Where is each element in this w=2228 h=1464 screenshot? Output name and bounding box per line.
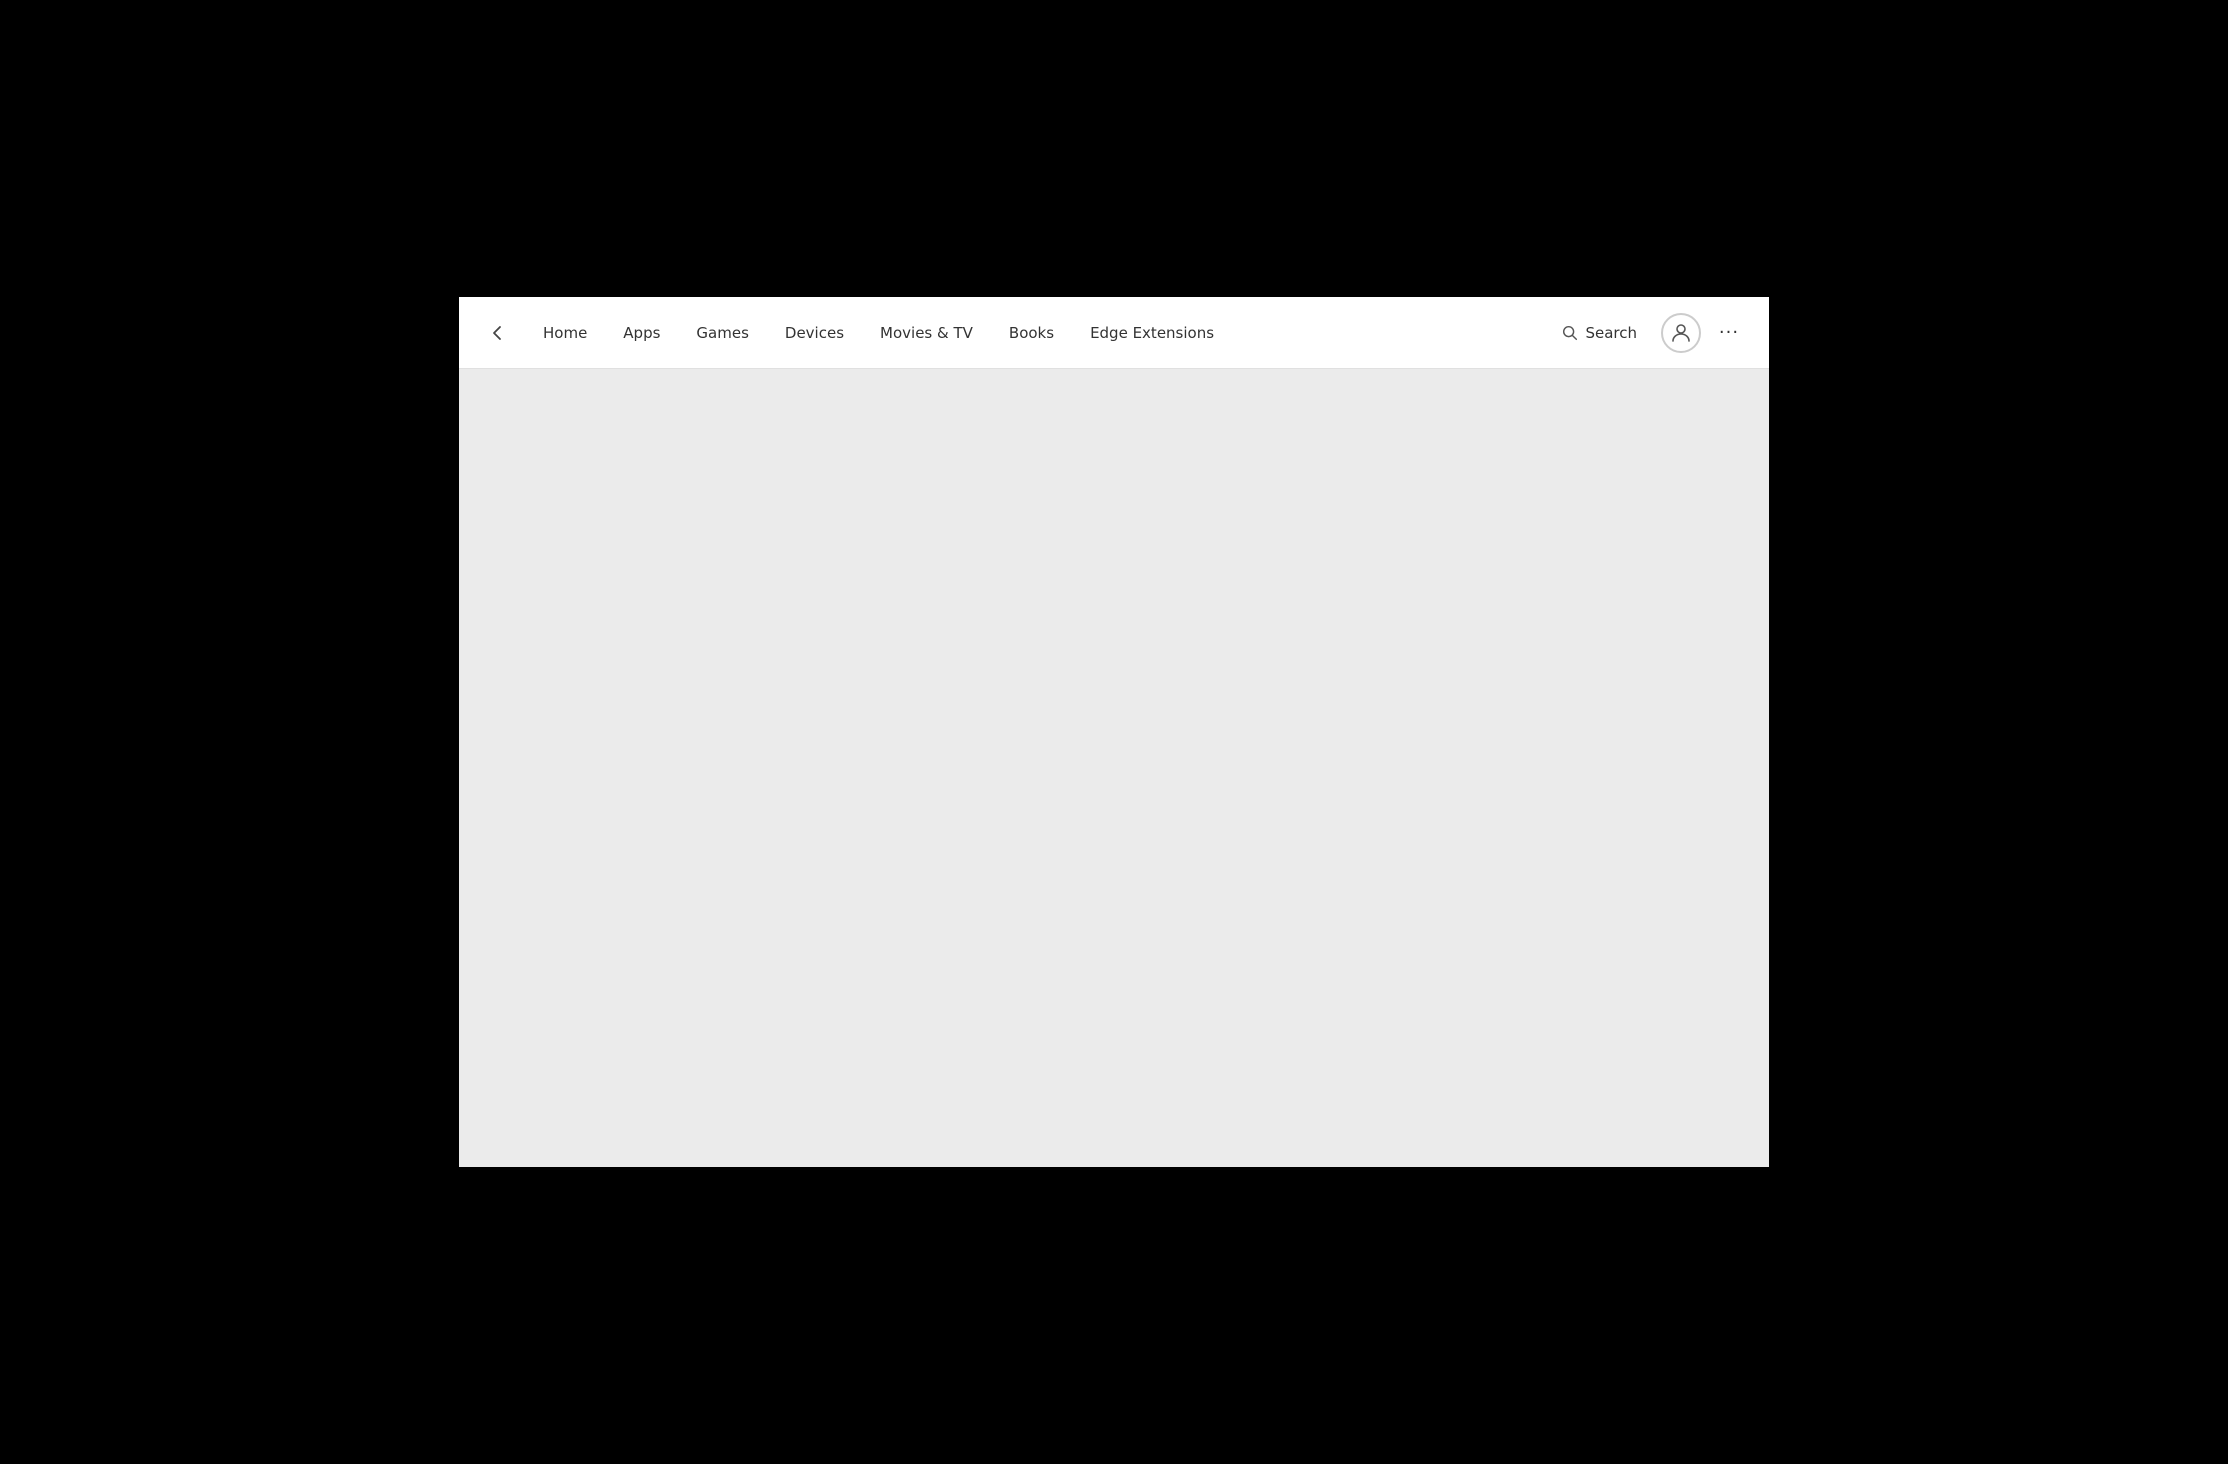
more-icon: ··· bbox=[1719, 322, 1739, 343]
back-button[interactable] bbox=[479, 315, 515, 351]
app-window: Home Apps Games Devices Movies & TV Book… bbox=[459, 297, 1769, 1167]
more-button[interactable]: ··· bbox=[1709, 313, 1749, 353]
account-icon bbox=[1669, 321, 1693, 345]
account-button[interactable] bbox=[1661, 313, 1701, 353]
nav-right: Search ··· bbox=[1545, 313, 1749, 353]
nav-items: Home Apps Games Devices Movies & TV Book… bbox=[527, 316, 1545, 350]
nav-item-movies-tv[interactable]: Movies & TV bbox=[864, 316, 989, 350]
content-area bbox=[459, 369, 1769, 1167]
nav-item-books[interactable]: Books bbox=[993, 316, 1070, 350]
nav-item-games[interactable]: Games bbox=[680, 316, 764, 350]
titlebar: Home Apps Games Devices Movies & TV Book… bbox=[459, 297, 1769, 369]
nav-item-home[interactable]: Home bbox=[527, 316, 603, 350]
nav-item-devices[interactable]: Devices bbox=[769, 316, 860, 350]
nav-item-edge-extensions[interactable]: Edge Extensions bbox=[1074, 316, 1230, 350]
search-button[interactable]: Search bbox=[1545, 316, 1653, 350]
search-icon bbox=[1561, 324, 1579, 342]
nav-item-apps[interactable]: Apps bbox=[607, 316, 676, 350]
search-label: Search bbox=[1585, 324, 1637, 342]
back-icon bbox=[487, 323, 507, 343]
